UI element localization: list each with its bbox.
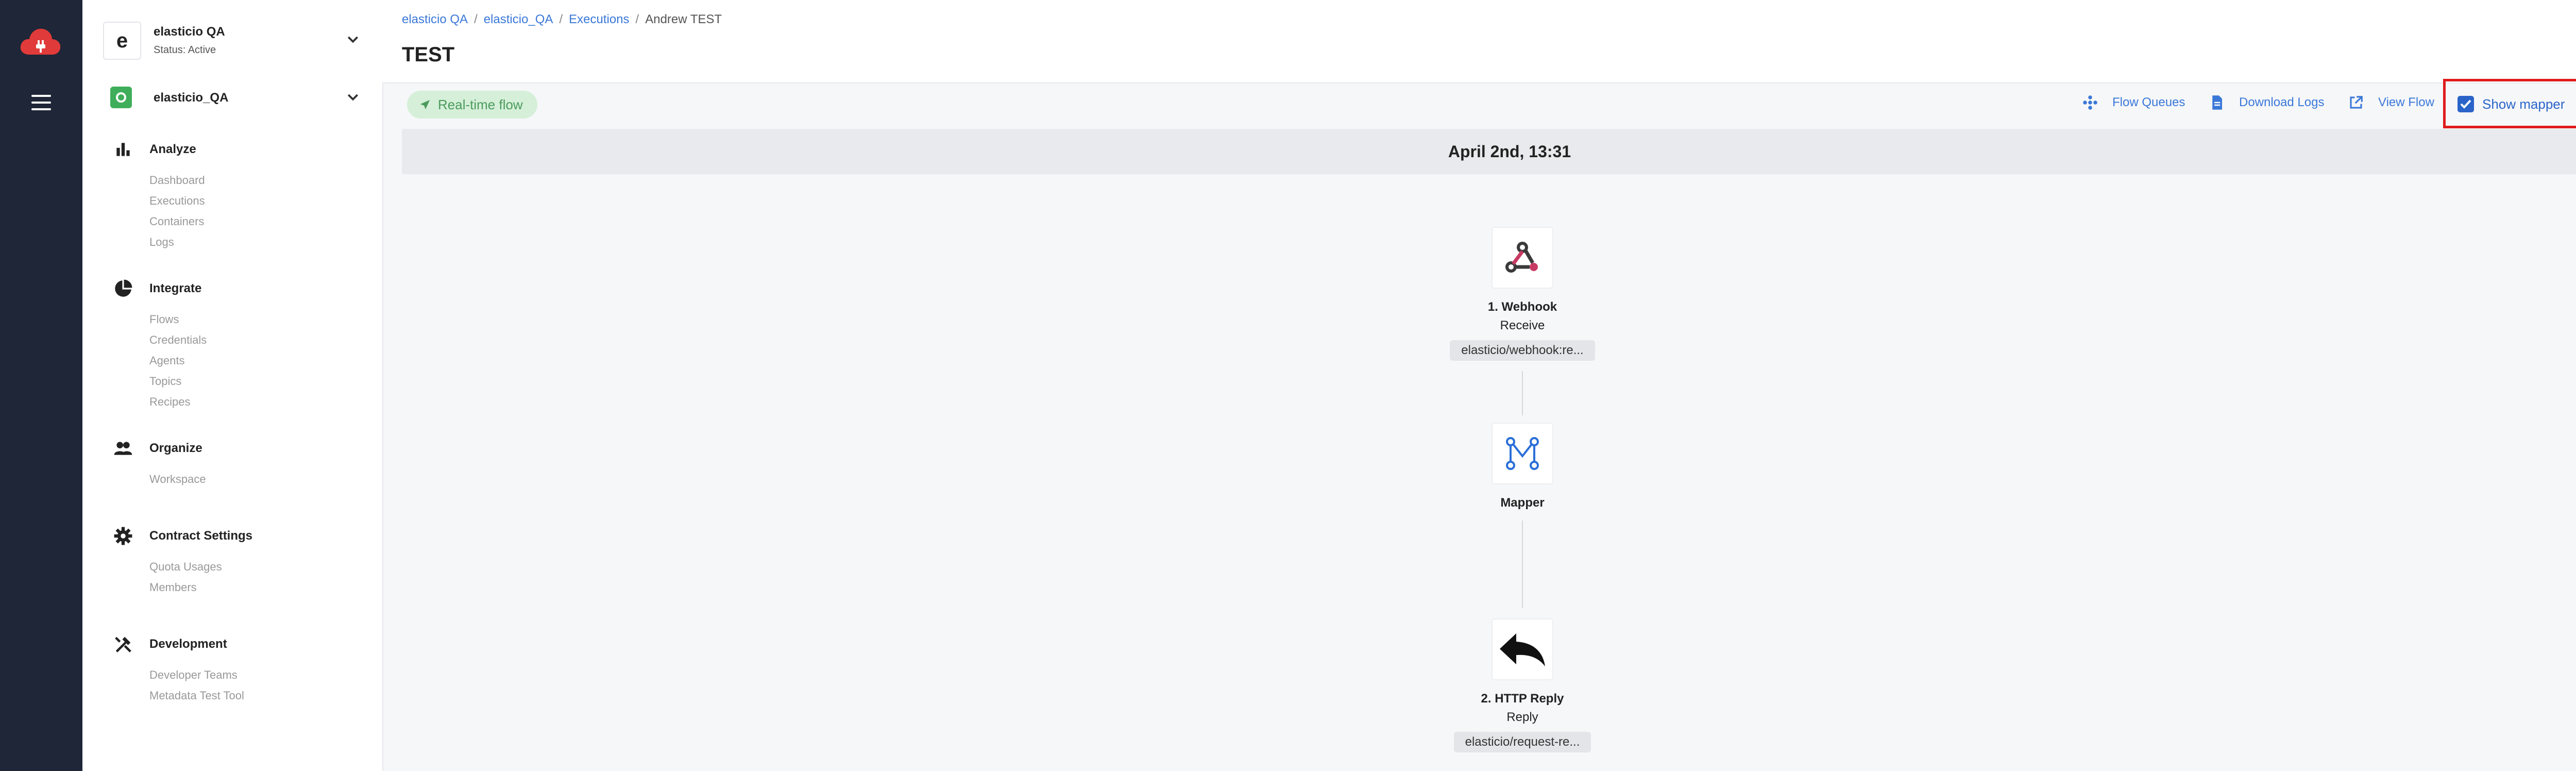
sidebar-item-recipes[interactable]: Recipes bbox=[149, 392, 361, 412]
node-title: 1. Webhook bbox=[1487, 300, 1557, 314]
sidebar-item-metadata-test-tool[interactable]: Metadata Test Tool bbox=[149, 685, 361, 706]
sidebar: e elasticio QA Status: Active elasticio_… bbox=[82, 0, 383, 771]
sidebar-section-analyze: Analyze Dashboard Executions Containers … bbox=[113, 139, 361, 253]
external-link-icon bbox=[2350, 96, 2363, 109]
document-icon bbox=[2212, 95, 2222, 110]
execution-date-band: April 2nd, 13:31 bbox=[402, 129, 2576, 174]
contract-icon bbox=[110, 87, 132, 108]
flow-node-http-reply[interactable]: 2. HTTP Reply Reply elasticio/request-re… bbox=[1419, 618, 1625, 752]
sidebar-item-flows[interactable]: Flows bbox=[149, 309, 361, 330]
main-content: elasticio QA / elasticio_QA / Executions / And… bbox=[382, 0, 2576, 771]
connector-line bbox=[1522, 371, 1523, 415]
node-icon-box[interactable] bbox=[1492, 227, 1553, 289]
section-title: Contract Settings bbox=[149, 529, 253, 543]
show-mapper-checkbox[interactable] bbox=[2458, 96, 2474, 112]
workspace-status: Status: Active bbox=[154, 44, 216, 56]
connector-line bbox=[1522, 521, 1523, 608]
view-flow-button[interactable]: View Flow bbox=[2348, 95, 2434, 110]
queues-icon bbox=[2083, 95, 2097, 110]
section-title: Development bbox=[149, 637, 227, 651]
sidebar-section-organize: Organize Workspace bbox=[113, 438, 361, 490]
sidebar-item-members[interactable]: Members bbox=[149, 577, 361, 598]
section-title: Integrate bbox=[149, 281, 202, 295]
page-header: elasticio QA / elasticio_QA / Executions / And… bbox=[382, 0, 2576, 83]
cloud-logo-icon[interactable] bbox=[19, 25, 62, 58]
flow-node-mapper[interactable]: Mapper bbox=[1419, 423, 1625, 510]
node-icon-box[interactable] bbox=[1492, 618, 1553, 680]
sidebar-item-topics[interactable]: Topics bbox=[149, 371, 361, 392]
bar-chart-icon bbox=[116, 143, 130, 156]
breadcrumb-executions[interactable]: Executions bbox=[569, 12, 629, 26]
flow-queues-label: Flow Queues bbox=[2112, 95, 2185, 109]
chevron-down-icon[interactable] bbox=[345, 32, 361, 47]
flow-queues-button[interactable]: Flow Queues bbox=[2082, 95, 2185, 110]
sidebar-item-executions[interactable]: Executions bbox=[149, 191, 361, 211]
sidebar-item-workspace[interactable]: Workspace bbox=[149, 469, 361, 490]
page-title: TEST bbox=[402, 43, 455, 66]
sidebar-item-credentials[interactable]: Credentials bbox=[149, 330, 361, 350]
contract-name: elasticio_QA bbox=[154, 91, 229, 105]
show-mapper-label[interactable]: Show mapper bbox=[2482, 96, 2565, 112]
sidebar-section-integrate: Integrate Flows Credentials Agents Topic… bbox=[113, 278, 361, 412]
webhook-icon bbox=[1505, 242, 1538, 273]
workspace-switcher[interactable]: e elasticio QA Status: Active bbox=[103, 22, 361, 63]
node-subtitle: Receive bbox=[1500, 319, 1545, 332]
workspace-avatar: e bbox=[103, 22, 141, 60]
sidebar-item-dashboard[interactable]: Dashboard bbox=[149, 170, 361, 191]
sidebar-item-agents[interactable]: Agents bbox=[149, 350, 361, 371]
flow-node-webhook[interactable]: 1. Webhook Receive elasticio/webhook:re.… bbox=[1419, 227, 1625, 361]
node-component-pill: elasticio/webhook:re... bbox=[1450, 340, 1595, 361]
section-title: Analyze bbox=[149, 142, 196, 156]
gear-icon bbox=[114, 527, 132, 545]
sidebar-item-quota-usages[interactable]: Quota Usages bbox=[149, 557, 361, 577]
chevron-down-icon[interactable] bbox=[345, 90, 361, 105]
node-icon-box[interactable] bbox=[1492, 423, 1553, 484]
people-icon bbox=[114, 442, 132, 455]
reply-arrow-icon bbox=[1500, 633, 1545, 666]
workspace-name: elasticio QA bbox=[154, 25, 225, 39]
node-title: Mapper bbox=[1500, 496, 1545, 510]
execution-date: April 2nd, 13:31 bbox=[1448, 142, 1571, 161]
mapper-icon bbox=[1506, 437, 1539, 470]
contract-switcher[interactable]: elasticio_QA bbox=[103, 87, 361, 109]
view-flow-label: View Flow bbox=[2378, 95, 2434, 109]
node-subtitle: Reply bbox=[1506, 710, 1538, 724]
download-logs-button[interactable]: Download Logs bbox=[2209, 95, 2324, 110]
node-title: 2. HTTP Reply bbox=[1481, 692, 1564, 706]
tools-icon bbox=[115, 636, 131, 652]
breadcrumb-workspace[interactable]: elasticio QA bbox=[402, 12, 468, 26]
sidebar-item-containers[interactable]: Containers bbox=[149, 211, 361, 232]
pie-chart-icon bbox=[115, 279, 132, 297]
sidebar-item-developer-teams[interactable]: Developer Teams bbox=[149, 665, 361, 685]
breadcrumb: elasticio QA / elasticio_QA / Executions / And… bbox=[402, 12, 722, 26]
checkmark-icon bbox=[2460, 99, 2471, 109]
sidebar-item-logs[interactable]: Logs bbox=[149, 232, 361, 253]
realtime-flow-badge: Real-time flow bbox=[407, 91, 537, 119]
sidebar-section-development: Development Developer Teams Metadata Tes… bbox=[113, 634, 361, 706]
breadcrumb-contract[interactable]: elasticio_QA bbox=[484, 12, 553, 26]
hamburger-menu-icon[interactable] bbox=[31, 95, 51, 111]
download-logs-label: Download Logs bbox=[2239, 95, 2325, 109]
sidebar-section-contract-settings: Contract Settings Quota Usages Members bbox=[113, 526, 361, 598]
paper-plane-icon bbox=[420, 99, 430, 110]
left-rail bbox=[0, 0, 82, 771]
node-component-pill: elasticio/request-re... bbox=[1453, 732, 1591, 752]
realtime-flow-label: Real-time flow bbox=[438, 96, 523, 112]
section-title: Organize bbox=[149, 441, 202, 455]
breadcrumb-current: Andrew TEST bbox=[645, 12, 722, 26]
